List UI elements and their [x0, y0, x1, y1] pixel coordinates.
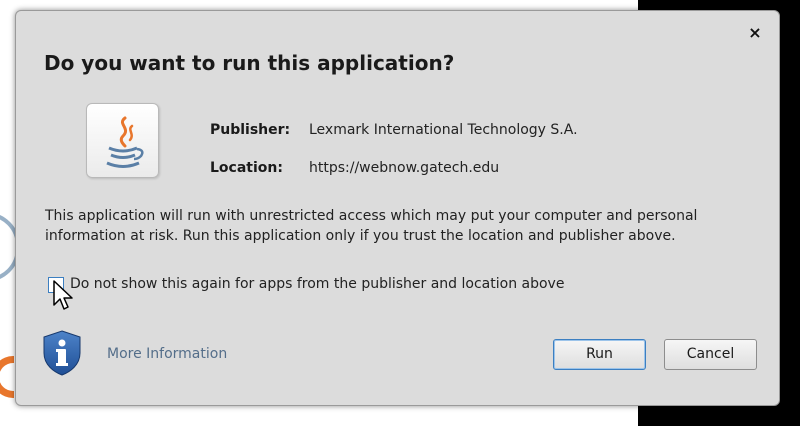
do-not-show-label[interactable]: Do not show this again for apps from the… — [70, 276, 564, 292]
security-dialog: × Do you want to run this application? P… — [15, 10, 780, 406]
shield-info-icon — [40, 329, 84, 377]
dialog-title: Do you want to run this application? — [44, 51, 455, 75]
close-button[interactable]: × — [745, 23, 765, 43]
warning-text: This application will run with unrestric… — [45, 208, 698, 244]
location-label: Location: — [210, 160, 283, 176]
background-orange-shape — [0, 356, 14, 398]
more-information-link[interactable]: More Information — [107, 346, 227, 362]
publisher-label: Publisher: — [210, 122, 291, 138]
java-icon — [86, 103, 159, 178]
mouse-cursor-icon — [52, 279, 74, 313]
cancel-button[interactable]: Cancel — [664, 339, 757, 370]
run-button[interactable]: Run — [553, 339, 646, 370]
publisher-value: Lexmark International Technology S.A. — [309, 122, 578, 138]
location-value: https://webnow.gatech.edu — [309, 160, 500, 176]
